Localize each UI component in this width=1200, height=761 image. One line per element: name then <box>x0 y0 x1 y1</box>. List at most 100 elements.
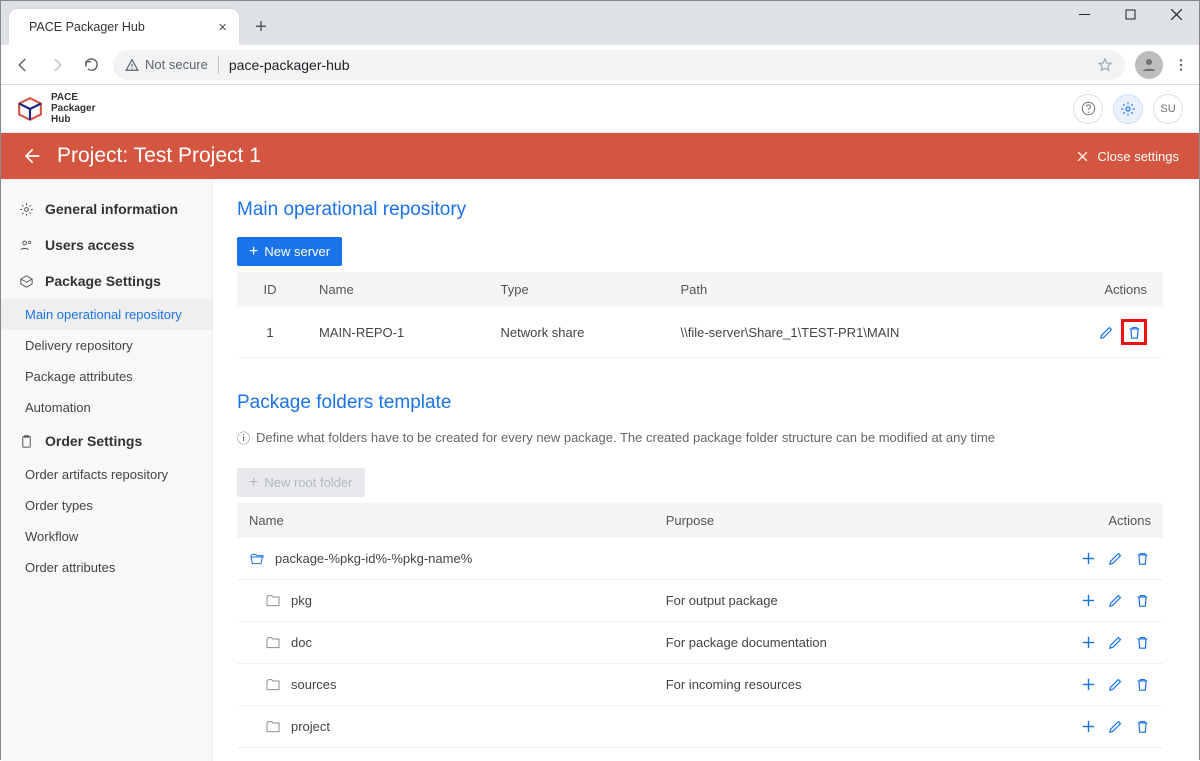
close-settings-label: Close settings <box>1097 149 1179 164</box>
sidebar-item-label: Package Settings <box>45 273 161 289</box>
delete-folder-icon[interactable] <box>1134 592 1151 609</box>
folders-info: ⓘ Define what folders have to be created… <box>237 430 1163 448</box>
project-title: Project: Test Project 1 <box>57 144 261 168</box>
sidebar-item-users[interactable]: Users access <box>1 227 212 263</box>
delete-highlight <box>1121 319 1147 345</box>
server-row: 1 MAIN-REPO-1 Network share \\file-serve… <box>237 307 1163 358</box>
app-header: PACE Packager Hub SU <box>1 85 1199 133</box>
folder-name-text: pkg <box>291 593 312 608</box>
new-tab-button[interactable]: + <box>249 15 273 39</box>
not-secure-label: Not secure <box>145 57 208 72</box>
back-button[interactable] <box>11 53 35 77</box>
servers-table: ID Name Type Path Actions 1 MAIN-REPO-1 … <box>237 272 1163 358</box>
back-arrow-icon[interactable] <box>21 146 41 166</box>
reload-button[interactable] <box>79 53 103 77</box>
browser-tab[interactable]: PACE Packager Hub × <box>9 9 239 45</box>
delete-folder-icon[interactable] <box>1134 718 1151 735</box>
folder-name-text: sources <box>291 677 337 692</box>
folder-icon <box>265 635 281 651</box>
folder-icon <box>265 677 281 693</box>
add-subfolder-icon[interactable] <box>1080 634 1097 651</box>
section-title-main-repo: Main operational repository <box>237 199 1163 221</box>
address-bar[interactable]: Not secure pace-packager-hub <box>113 50 1125 80</box>
sidebar-item-label: General information <box>45 201 178 217</box>
content-area: General information Users access Package… <box>1 179 1199 761</box>
edit-folder-icon[interactable] <box>1107 550 1124 567</box>
edit-folder-icon[interactable] <box>1107 718 1124 735</box>
edit-folder-icon[interactable] <box>1107 592 1124 609</box>
delete-folder-icon[interactable] <box>1134 676 1151 693</box>
server-path: \\file-server\Share_1\TEST-PR1\MAIN <box>665 307 1053 358</box>
delete-folder-icon[interactable] <box>1134 634 1151 651</box>
folder-open-icon <box>249 551 265 567</box>
window-titlebar: PACE Packager Hub × + <box>1 1 1199 45</box>
sidebar-sub-order-artifacts[interactable]: Order artifacts repository <box>1 459 212 490</box>
col-purpose: Purpose <box>654 503 1033 538</box>
user-badge[interactable]: SU <box>1153 94 1183 124</box>
col-actions: Actions <box>1033 503 1163 538</box>
folder-row: doc For package documentation <box>237 622 1163 664</box>
sidebar-item-package-settings[interactable]: Package Settings <box>1 263 212 299</box>
new-server-button[interactable]: + New server <box>237 237 342 266</box>
delete-folder-icon[interactable] <box>1134 550 1151 567</box>
add-subfolder-icon[interactable] <box>1080 592 1097 609</box>
folder-row: sources For incoming resources <box>237 664 1163 706</box>
col-name: Name <box>237 503 654 538</box>
settings-button[interactable] <box>1113 94 1143 124</box>
close-tab-icon[interactable]: × <box>218 19 227 36</box>
bookmark-star-icon[interactable] <box>1097 57 1113 73</box>
profile-avatar-icon[interactable] <box>1135 51 1163 79</box>
edit-folder-icon[interactable] <box>1107 676 1124 693</box>
window-controls <box>1061 1 1199 33</box>
project-title-bar: Project: Test Project 1 Close settings <box>1 133 1199 179</box>
app-branding: PACE Packager Hub <box>17 92 95 125</box>
sidebar-sub-package-attrs[interactable]: Package attributes <box>1 361 212 392</box>
close-window-button[interactable] <box>1153 1 1199 33</box>
clipboard-icon <box>19 434 35 449</box>
col-path: Path <box>665 272 1053 307</box>
sidebar-sub-automation[interactable]: Automation <box>1 392 212 423</box>
help-button[interactable] <box>1073 94 1103 124</box>
sidebar-item-general[interactable]: General information <box>1 191 212 227</box>
folder-purpose: For package documentation <box>654 622 1033 664</box>
add-subfolder-icon[interactable] <box>1080 676 1097 693</box>
edit-folder-icon[interactable] <box>1107 634 1124 651</box>
sidebar-sub-main-repo[interactable]: Main operational repository <box>1 299 212 330</box>
add-subfolder-icon[interactable] <box>1080 718 1097 735</box>
sidebar-sub-delivery-repo[interactable]: Delivery repository <box>1 330 212 361</box>
separator <box>218 56 219 74</box>
maximize-button[interactable] <box>1107 1 1153 33</box>
new-root-folder-button: + New root folder <box>237 468 365 497</box>
folders-info-text: Define what folders have to be created f… <box>256 430 995 445</box>
server-name: MAIN-REPO-1 <box>303 307 485 358</box>
sidebar-sub-workflow[interactable]: Workflow <box>1 521 212 552</box>
sidebar-item-order-settings[interactable]: Order Settings <box>1 423 212 459</box>
folder-purpose <box>654 706 1033 748</box>
section-title-folders: Package folders template <box>237 392 1163 414</box>
sidebar-sub-order-attrs[interactable]: Order attributes <box>1 552 212 583</box>
sidebar-sub-order-types[interactable]: Order types <box>1 490 212 521</box>
close-settings-button[interactable]: Close settings <box>1076 149 1179 164</box>
folders-table: Name Purpose Actions package-%pkg-id%-%p… <box>237 503 1163 748</box>
cube-icon <box>19 274 35 289</box>
minimize-button[interactable] <box>1061 1 1107 33</box>
info-icon: ⓘ <box>237 430 250 448</box>
gear-icon <box>19 202 35 217</box>
folder-name-text: project <box>291 719 330 734</box>
folder-name-text: doc <box>291 635 312 650</box>
server-type: Network share <box>485 307 665 358</box>
add-subfolder-icon[interactable] <box>1080 550 1097 567</box>
col-actions: Actions <box>1053 272 1163 307</box>
edit-server-icon[interactable] <box>1097 323 1115 341</box>
server-id: 1 <box>237 307 303 358</box>
plus-icon: + <box>249 477 258 489</box>
browser-menu-icon[interactable] <box>1173 57 1189 73</box>
delete-server-icon[interactable] <box>1125 323 1143 341</box>
browser-toolbar: Not secure pace-packager-hub <box>1 45 1199 85</box>
url-text: pace-packager-hub <box>229 57 350 73</box>
folder-purpose <box>654 538 1033 580</box>
branding-text: PACE Packager Hub <box>51 92 95 125</box>
forward-button[interactable] <box>45 53 69 77</box>
tab-title: PACE Packager Hub <box>29 20 210 34</box>
new-server-label: New server <box>264 244 330 259</box>
